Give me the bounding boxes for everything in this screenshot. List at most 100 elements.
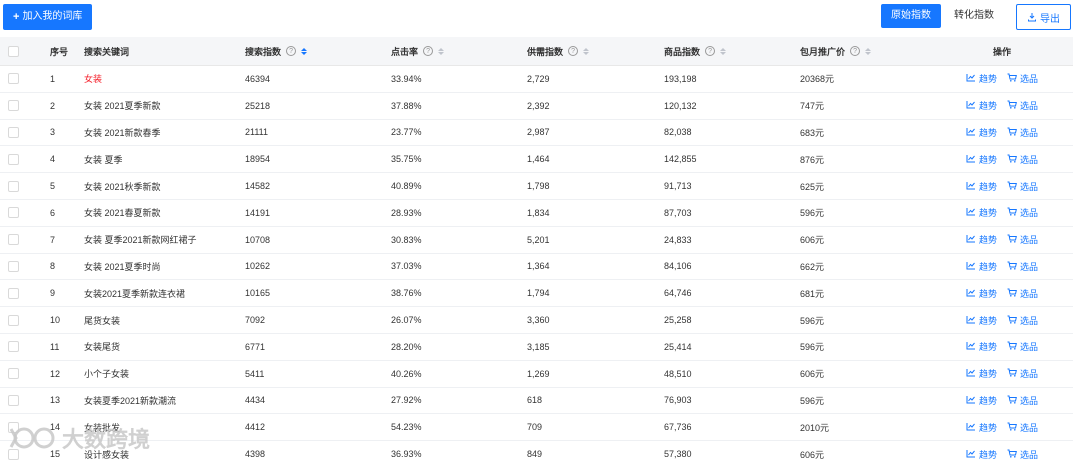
select-goods-link[interactable]: 选品 [1007, 287, 1038, 300]
header-supply-index[interactable]: 供需指数 ? [527, 37, 590, 65]
select-goods-link[interactable]: 选品 [1007, 72, 1038, 85]
row-keyword: 小个子女装 [84, 369, 130, 380]
row-keyword: 女装 夏季2021新款网红裙子 [84, 235, 197, 246]
row-checkbox[interactable] [8, 180, 19, 192]
header-click-rate[interactable]: 点击率 ? [391, 37, 445, 65]
row-index: 4 [50, 154, 56, 165]
help-icon[interactable]: ? [423, 46, 434, 56]
select-goods-link[interactable]: 选品 [1007, 421, 1038, 434]
trend-link[interactable]: 趋势 [966, 394, 997, 407]
trend-link[interactable]: 趋势 [966, 367, 997, 380]
table-row: 12 小个子女装 5411 40.26% 1,269 48,510 606元 趋势 选品 [0, 361, 1073, 388]
row-search-index: 18954 [245, 154, 271, 165]
cart-icon [1007, 100, 1017, 111]
select-goods-link[interactable]: 选品 [1007, 367, 1038, 380]
cart-icon [1007, 261, 1017, 272]
row-click-rate: 30.83% [391, 234, 422, 245]
help-icon[interactable]: ? [286, 46, 297, 56]
row-click-rate: 38.76% [391, 288, 422, 299]
row-checkbox[interactable] [8, 421, 19, 433]
add-to-wordbank-label: 加入我的词库 [22, 11, 83, 22]
trend-link[interactable]: 趋势 [966, 99, 997, 112]
select-goods-link[interactable]: 选品 [1007, 448, 1038, 460]
sort-icon[interactable] [720, 47, 727, 55]
row-index: 13 [50, 395, 61, 406]
help-icon[interactable]: ? [568, 46, 579, 56]
row-monthly-price: 876元 [800, 154, 825, 165]
select-goods-link[interactable]: 选品 [1007, 206, 1038, 219]
row-checkbox[interactable] [8, 234, 19, 246]
row-checkbox[interactable] [8, 153, 19, 165]
trend-link[interactable]: 趋势 [966, 314, 997, 327]
row-checkbox[interactable] [8, 100, 19, 112]
select-goods-link[interactable]: 选品 [1007, 314, 1038, 327]
help-icon[interactable]: ? [705, 46, 716, 56]
header-search-index[interactable]: 搜索指数 ? [245, 37, 308, 65]
trend-link[interactable]: 趋势 [966, 72, 997, 85]
row-checkbox[interactable] [8, 260, 19, 272]
row-index: 8 [50, 261, 56, 272]
trend-link[interactable]: 趋势 [966, 153, 997, 166]
trend-link[interactable]: 趋势 [966, 233, 997, 246]
row-click-rate: 28.20% [391, 341, 422, 352]
select-goods-label: 选品 [1020, 288, 1039, 299]
row-search-index: 14582 [245, 181, 271, 192]
select-goods-label: 选品 [1020, 181, 1039, 192]
row-checkbox[interactable] [8, 448, 19, 460]
row-checkbox[interactable] [8, 394, 19, 406]
select-goods-link[interactable]: 选品 [1007, 126, 1038, 139]
table-row: 4 女装 夏季 18954 35.75% 1,464 142,855 876元 趋势 选品 [0, 146, 1073, 174]
trend-link[interactable]: 趋势 [966, 287, 997, 300]
trend-link[interactable]: 趋势 [966, 206, 997, 219]
header-goods-index[interactable]: 商品指数 ? [664, 37, 727, 65]
row-monthly-price: 596元 [800, 342, 825, 353]
row-checkbox[interactable] [8, 126, 19, 138]
export-button[interactable]: 导出 [1016, 4, 1071, 30]
trend-link[interactable]: 趋势 [966, 421, 997, 434]
header-monthly-price[interactable]: 包月推广价 ? [800, 37, 872, 65]
trend-label: 趋势 [979, 127, 998, 138]
select-goods-link[interactable]: 选品 [1007, 99, 1038, 112]
trend-label: 趋势 [979, 181, 998, 192]
select-goods-link[interactable]: 选品 [1007, 153, 1038, 166]
row-index: 10 [50, 315, 61, 326]
trend-link[interactable]: 趋势 [966, 260, 997, 273]
select-goods-link[interactable]: 选品 [1007, 260, 1038, 273]
row-supply-index: 618 [527, 395, 543, 406]
help-icon[interactable]: ? [850, 46, 861, 56]
table-row: 15 设计感女装 4398 36.93% 849 57,380 606元 趋势 选品 [0, 441, 1073, 460]
select-all-checkbox[interactable] [8, 45, 19, 57]
trend-link[interactable]: 趋势 [966, 180, 997, 193]
row-keyword: 女装尾货 [84, 342, 121, 353]
row-checkbox[interactable] [8, 287, 19, 299]
row-monthly-price: 625元 [800, 181, 825, 192]
row-search-index: 5411 [245, 368, 265, 379]
select-goods-link[interactable]: 选品 [1007, 340, 1038, 353]
row-checkbox[interactable] [8, 73, 19, 85]
row-checkbox[interactable] [8, 341, 19, 353]
trend-link[interactable]: 趋势 [966, 340, 997, 353]
sort-icon[interactable] [438, 47, 445, 55]
trend-link[interactable]: 趋势 [966, 448, 997, 460]
cart-icon [1007, 368, 1017, 379]
select-goods-link[interactable]: 选品 [1007, 233, 1038, 246]
row-monthly-price: 606元 [800, 369, 825, 380]
sort-icon[interactable] [583, 47, 590, 55]
table-row: 2 女装 2021夏季新款 25218 37.88% 2,392 120,132 747元 趋… [0, 93, 1073, 120]
sort-icon[interactable] [865, 47, 872, 55]
select-goods-link[interactable]: 选品 [1007, 180, 1038, 193]
row-checkbox[interactable] [8, 314, 19, 326]
trend-label: 趋势 [979, 422, 998, 433]
sort-icon[interactable] [301, 47, 308, 55]
row-checkbox[interactable] [8, 368, 19, 380]
select-goods-link[interactable]: 选品 [1007, 394, 1038, 407]
row-checkbox[interactable] [8, 207, 19, 219]
row-monthly-price: 596元 [800, 208, 825, 219]
row-supply-index: 849 [527, 449, 543, 460]
add-to-wordbank-button[interactable]: + 加入我的词库 [3, 4, 93, 30]
trend-link[interactable]: 趋势 [966, 126, 997, 139]
raw-index-tab[interactable]: 原始指数 [881, 4, 941, 28]
conversion-index-tab[interactable]: 转化指数 [944, 4, 1004, 28]
export-label: 导出 [1040, 13, 1060, 25]
table-row: 13 女装夏季2021新款潮流 4434 27.92% 618 76,903 596元 趋势 选… [0, 388, 1073, 415]
